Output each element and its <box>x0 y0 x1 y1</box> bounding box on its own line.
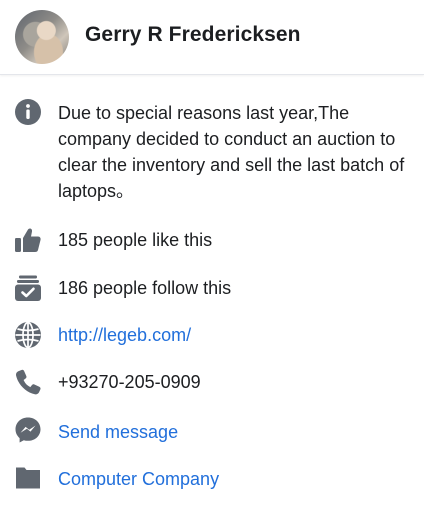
follow-check-icon <box>15 275 41 301</box>
globe-icon <box>15 321 41 349</box>
follows-count: 186 people follow this <box>58 278 232 298</box>
about-text: Due to special reasons last year,The com… <box>58 103 405 201</box>
info-icon <box>15 99 41 125</box>
likes-count: 185 people like this <box>58 230 213 250</box>
category-link[interactable]: Computer Company <box>58 466 219 492</box>
website-link[interactable]: http://legeb.com/ <box>58 322 191 348</box>
page-name[interactable]: Gerry R Fredericksen <box>85 23 301 47</box>
page-header: Gerry R Fredericksen <box>0 0 424 75</box>
thumbs-up-icon <box>15 228 41 252</box>
phone-icon <box>16 369 41 395</box>
category-icon <box>16 467 40 489</box>
avatar[interactable] <box>15 10 69 64</box>
messenger-icon <box>15 417 41 443</box>
phone-number[interactable]: +93270-205-0909 <box>58 369 201 395</box>
send-message-link[interactable]: Send message <box>58 419 178 445</box>
